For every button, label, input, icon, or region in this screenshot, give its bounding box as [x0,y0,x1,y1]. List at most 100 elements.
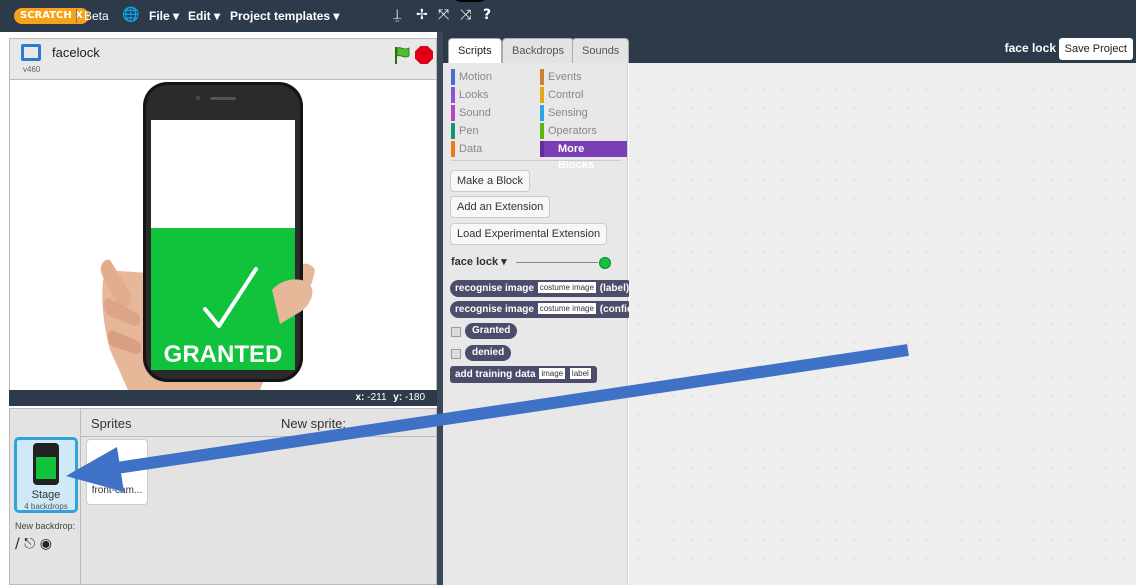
new-sprite-label: New sprite: [281,416,347,431]
palette-divider [451,160,621,161]
tab-backdrops[interactable]: Backdrops [502,38,574,63]
block-text: recognise image [455,304,534,315]
recognise-image-label-block[interactable]: recognise image costume image (label) [450,280,635,297]
block-slot[interactable]: image [539,368,566,379]
motion-color-bar [451,69,455,85]
project-templates-menu[interactable]: Project templates ▾ [230,9,339,23]
sensing-color-bar [540,105,544,121]
category-pen[interactable]: Pen [451,123,479,139]
save-project-button[interactable]: Save Project [1058,38,1133,60]
category-label: Events [548,71,582,83]
paint-backdrop-icon[interactable]: / [15,536,20,552]
new-backdrop-tools: / ⎋ ◉ [15,536,52,552]
category-motion[interactable]: Motion [451,69,492,85]
edit-menu[interactable]: Edit ▾ [188,9,220,23]
block-slot[interactable]: costume image [537,303,596,314]
block-text: recognise image [455,283,534,294]
menu-bar: SCRATCH X Beta 🌐 File ▾ Edit ▾ Project t… [0,0,1136,32]
sprites-header: Sprites New sprite: [81,409,436,437]
project-name: face lock [1004,41,1056,55]
stop-icon[interactable] [415,46,433,64]
category-events[interactable]: Events [540,69,582,85]
file-menu[interactable]: File ▾ [149,9,179,23]
scripts-area[interactable] [629,63,1136,585]
editor-tabs-bar: Scripts Backdrops Sounds face lock Save … [443,32,1136,63]
menu-separator [76,9,77,23]
extension-menu[interactable]: face lock ▾ [451,255,507,268]
camera-backdrop-icon[interactable]: ◉ [40,536,52,552]
looks-color-bar [451,87,455,103]
stage-thumbnail-image [33,443,59,485]
globe-icon[interactable]: 🌐 [122,7,139,23]
help-icon[interactable]: ? [483,7,491,23]
granted-checkbox[interactable] [451,327,461,337]
stage-canvas[interactable]: GRANTED [9,80,437,390]
category-sensing[interactable]: Sensing [540,105,588,121]
coord-y-value: -180 [404,392,425,403]
category-label: Control [548,89,584,101]
new-backdrop-label: New backdrop: [15,521,76,531]
coord-y-label: y: [393,392,403,403]
coord-x-value: -211 [367,392,387,403]
sprites-title: Sprites [91,416,132,431]
sprite-library-pane: Sprites New sprite: Stage 4 backdrops Ne… [9,408,437,585]
backdrop-count: 4 backdrops [24,502,68,511]
category-label: Data [459,143,483,155]
grow-tool-icon[interactable]: ⤧ [438,7,449,23]
block-text: add training data [455,369,536,380]
category-sound[interactable]: Sound [451,105,491,121]
add-training-data-block[interactable]: add training data image label [450,366,597,383]
recognise-image-confidence-block[interactable]: recognise image costume image (confidenc… [450,301,635,318]
beta-label: Beta [84,9,109,23]
category-control[interactable]: Control [540,87,583,103]
extension-status-indicator [599,257,611,269]
category-label: Operators [548,125,597,137]
block-text: (label) [599,283,630,294]
events-color-bar [540,69,544,85]
load-experimental-extension-button[interactable]: Load Experimental Extension [450,223,608,245]
scratchx-logo[interactable]: SCRATCH X [14,8,89,24]
category-label: Sound [459,107,491,119]
add-extension-button[interactable]: Add an Extension [450,196,551,218]
category-label: More Blocks [558,143,595,171]
sound-color-bar [451,105,455,121]
category-looks[interactable]: Looks [451,87,488,103]
version-label: v460 [23,65,41,74]
category-label: Motion [459,71,493,83]
coord-x-label: x: [355,392,365,403]
denied-checkbox[interactable] [451,349,461,359]
sprite-thumbnail[interactable]: front-cam... [86,439,148,505]
stage-backdrop-image: GRANTED [100,82,315,390]
delete-tool-icon[interactable]: ✢ [416,7,428,23]
stage-label: Stage [31,489,61,501]
shrink-tool-icon[interactable]: ⤨ [460,7,471,23]
upload-backdrop-icon[interactable]: ⎋ [24,536,35,552]
operators-color-bar [540,123,544,139]
stage-header: v460 facelock [9,38,437,80]
make-a-block-button[interactable]: Make a Block [450,170,531,192]
data-color-bar [451,141,455,157]
project-title-input[interactable]: facelock [52,45,100,60]
category-label: Looks [459,89,489,101]
denied-reporter-block[interactable]: denied [465,345,512,361]
block-slot[interactable]: costume image [537,282,596,293]
tab-sounds[interactable]: Sounds [572,38,630,63]
block-palette: Motion Events Looks Control Sound Sensin… [443,63,635,585]
duplicate-tool-icon[interactable]: ⍊ [393,7,401,23]
sprite-name: front-cam... [91,485,143,496]
tab-scripts[interactable]: Scripts [448,38,502,63]
block-slot[interactable]: label [569,368,591,379]
granted-screen-text: GRANTED [164,341,283,368]
stage-thumbnail[interactable]: Stage 4 backdrops [14,437,78,513]
category-more-blocks[interactable]: More Blocks [540,141,627,171]
category-label: Pen [459,125,479,137]
category-data[interactable]: Data [451,141,482,157]
category-label: Sensing [548,107,588,119]
category-operators[interactable]: Operators [540,123,597,139]
green-flag-icon[interactable] [394,46,410,64]
more-blocks-color-bar [540,141,544,157]
granted-reporter-block[interactable]: Granted [465,323,518,339]
pen-color-bar [451,123,455,139]
fullscreen-icon[interactable] [21,44,41,61]
mouse-coordinates: x: -211 y: -180 [9,390,437,406]
